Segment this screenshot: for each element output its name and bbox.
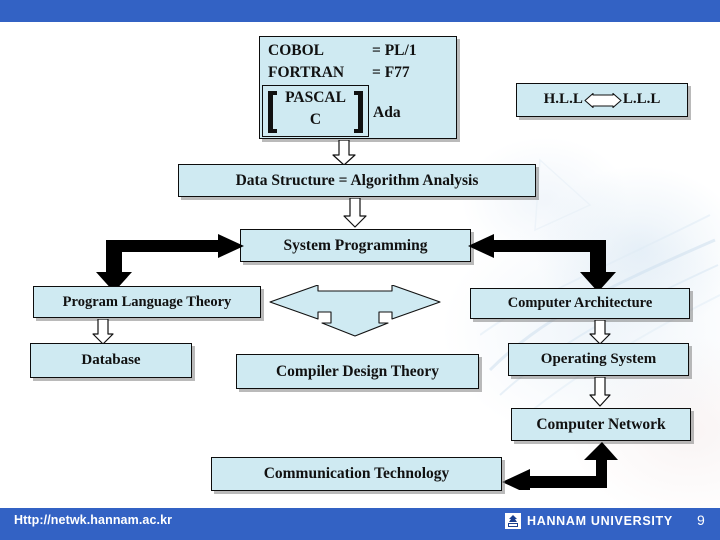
node-database: Database: [30, 343, 192, 378]
pascal-c-group: PASCAL C: [262, 85, 369, 137]
arrow-languages-to-data-structure: [332, 140, 356, 166]
hll-lll-box: H.L.L L.L.L: [516, 83, 688, 117]
hll-label: H.L.L: [543, 91, 583, 108]
slide-canvas: COBOL = PL/1 FORTRAN = F77 PASCAL C Ada …: [0, 0, 720, 540]
arrow-program-language-theory-to-database: [92, 319, 114, 345]
footer-university-label: HANNAM UNIVERSITY: [527, 514, 673, 528]
languages-box: COBOL = PL/1 FORTRAN = F77 PASCAL C Ada: [259, 36, 457, 139]
node-operating-system: Operating System: [508, 343, 689, 376]
footer-brand: HANNAM UNIVERSITY: [505, 513, 673, 529]
c-label: C: [309, 111, 322, 128]
arrow-left-branch-system-programming: [96, 234, 244, 292]
cobol-equiv-label: = PL/1: [372, 42, 417, 59]
pascal-label: PASCAL: [285, 89, 346, 106]
node-compiler-design-theory: Compiler Design Theory: [236, 354, 479, 389]
ada-label: Ada: [373, 104, 401, 121]
cobol-label: COBOL: [268, 42, 324, 59]
three-way-arrow-compiler-design: [269, 285, 441, 337]
arrow-right-branch-system-programming: [468, 234, 616, 292]
double-headed-arrow-icon: [584, 92, 622, 108]
footer-url[interactable]: Http://netwk.hannam.ac.kr: [14, 513, 172, 527]
fortran-equiv-label: = F77: [372, 64, 410, 81]
node-communication-technology: Communication Technology: [211, 457, 502, 491]
node-data-structure: Data Structure = Algorithm Analysis: [178, 164, 536, 197]
footer-page-number: 9: [697, 512, 705, 528]
top-chrome-bar: [0, 0, 720, 22]
node-program-language-theory: Program Language Theory: [33, 286, 261, 318]
arrow-data-structure-to-system-programming: [343, 198, 367, 228]
arrow-operating-system-to-computer-network: [589, 377, 611, 407]
lll-label: L.L.L: [622, 91, 661, 108]
node-system-programming: System Programming: [240, 229, 471, 262]
hannam-crest-icon: [505, 513, 521, 529]
node-computer-network: Computer Network: [511, 408, 691, 441]
arrow-communication-technology-to-computer-network: [502, 442, 618, 490]
arrow-computer-architecture-to-operating-system: [589, 320, 611, 345]
fortran-label: FORTRAN: [268, 64, 345, 81]
node-computer-architecture: Computer Architecture: [470, 288, 690, 319]
